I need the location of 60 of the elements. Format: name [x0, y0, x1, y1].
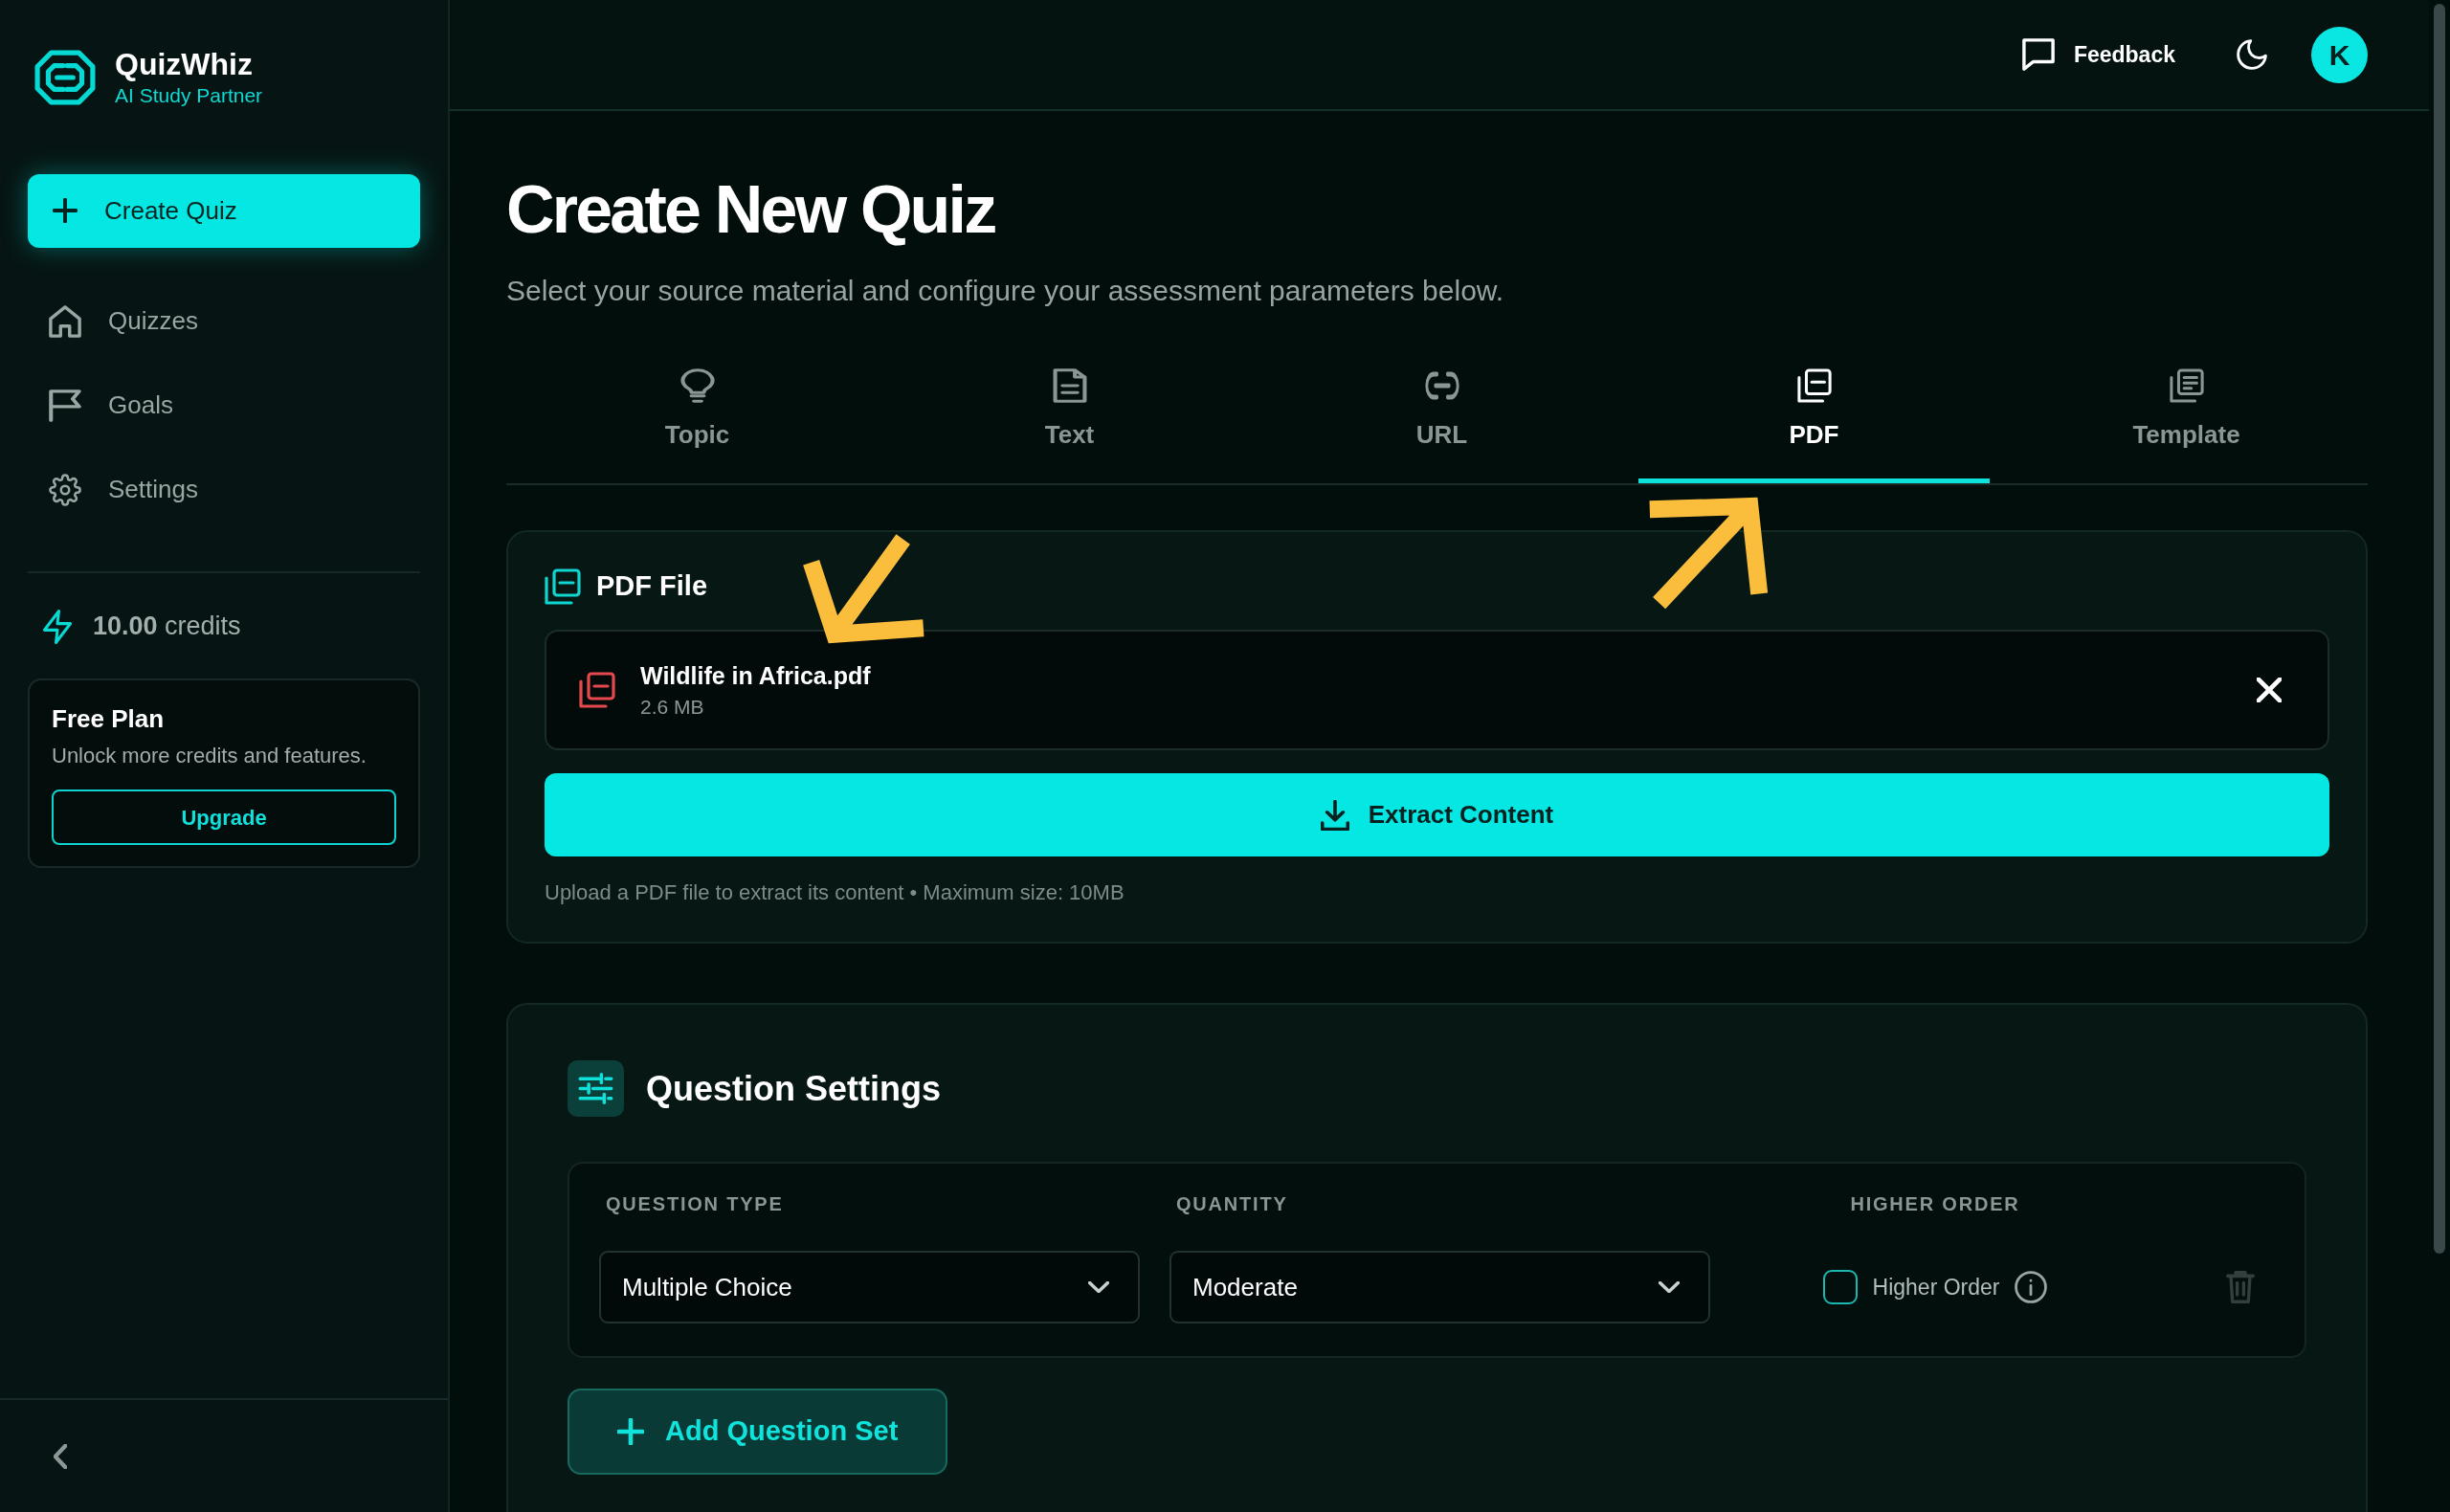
tab[interactable]: PDF: [1638, 347, 1990, 483]
tab[interactable]: Template: [2011, 347, 2362, 483]
pdf-icon: [579, 672, 615, 708]
dropdown[interactable]: Moderate: [1169, 1251, 1710, 1323]
column-label: QUANTITY: [1175, 1192, 1288, 1216]
tab[interactable]: Topic: [522, 347, 873, 483]
lightbulb-icon: [679, 368, 715, 403]
logo-icon: [34, 49, 96, 105]
avatar-button[interactable]: K: [2311, 26, 2368, 83]
close-icon: [2257, 678, 2282, 702]
theme-toggle-button[interactable]: [2237, 39, 2267, 70]
page-subtitle: Select your source material and configure your assessment parameters below.: [506, 274, 1505, 308]
scrollbar-thumb[interactable]: [2434, 4, 2445, 1254]
collapse-sidebar-button[interactable]: [54, 1443, 67, 1469]
lightning-icon: [43, 609, 72, 644]
file-name: Wildlife in Africa.pdf: [640, 661, 871, 692]
brand-tagline: AI Study Partner: [115, 83, 263, 109]
settings-icon: [49, 473, 81, 506]
file-size: 2.6 MB: [640, 694, 705, 720]
pdf-icon: [1796, 368, 1832, 403]
plus-icon: [53, 198, 78, 224]
nav-item[interactable]: Quizzes: [28, 278, 420, 364]
document-icon: [1052, 368, 1087, 403]
nav-item[interactable]: Goals: [28, 363, 420, 448]
chat-bubble-icon: [2021, 38, 2055, 71]
pdf-icon: [545, 568, 581, 605]
feedback-button[interactable]: Feedback: [2021, 37, 2175, 72]
card-title: PDF File: [596, 569, 707, 604]
template-icon: [2169, 368, 2204, 403]
download-icon: [1320, 799, 1349, 831]
nav-item[interactable]: Settings: [28, 447, 420, 532]
plan-title: Free Plan: [52, 702, 166, 735]
checkbox[interactable]: [1822, 1270, 1858, 1304]
create-quiz-button[interactable]: Create Quiz: [28, 173, 420, 248]
add-question-set-button[interactable]: Add Question Set: [568, 1389, 947, 1475]
checkbox-label: Higher Order: [1872, 1273, 2000, 1301]
chevron-down-icon: [1659, 1281, 1680, 1293]
column-label: HIGHER ORDER: [1850, 1192, 2020, 1216]
plus-icon: [617, 1418, 644, 1445]
upload-hint: Upload a PDF file to extract its content • Maximum size: 10MB: [545, 879, 1125, 906]
moon-icon: [2237, 39, 2267, 70]
trash-icon: [2226, 1271, 2255, 1303]
extract-content-button[interactable]: Extract Content: [545, 773, 2329, 856]
home-icon: [49, 304, 81, 338]
chevron-down-icon: [1088, 1281, 1109, 1293]
upgrade-button[interactable]: Upgrade: [52, 789, 396, 846]
section-title: Question Settings: [646, 1067, 942, 1110]
chevron-left-icon: [54, 1443, 67, 1469]
tab[interactable]: URL: [1266, 347, 1617, 483]
info-icon: [2015, 1271, 2048, 1303]
credits-balance: 10.00 credits: [93, 611, 241, 643]
flag-icon: [49, 389, 81, 422]
sliders-icon: [568, 1060, 624, 1117]
dropdown[interactable]: Multiple Choice: [599, 1251, 1140, 1323]
brand-name: QuizWhiz: [115, 46, 254, 83]
column-label: QUESTION TYPE: [605, 1192, 784, 1216]
tab[interactable]: Text: [894, 347, 1245, 483]
remove-file-button[interactable]: [2257, 678, 2282, 702]
plan-description: Unlock more credits and features.: [52, 743, 368, 770]
page-title: Create New Quiz: [506, 174, 996, 246]
